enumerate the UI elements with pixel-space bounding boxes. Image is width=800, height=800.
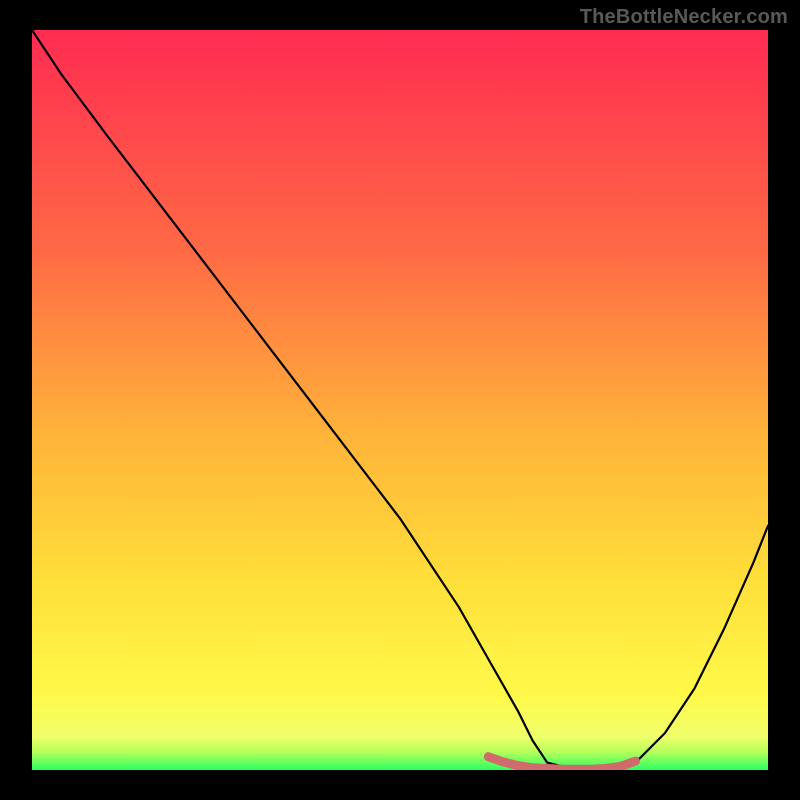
watermark-text: TheBottleNecker.com xyxy=(580,6,788,29)
plot-frame xyxy=(32,30,768,770)
gradient-background xyxy=(32,30,768,770)
plot-svg xyxy=(32,30,768,770)
chart-container: TheBottleNecker.com xyxy=(0,0,800,800)
